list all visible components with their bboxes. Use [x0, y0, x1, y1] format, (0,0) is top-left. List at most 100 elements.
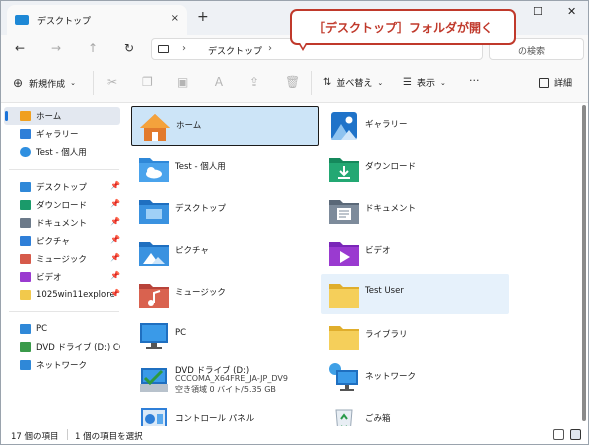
delete-icon[interactable]: 🗑: [285, 76, 300, 88]
up-button[interactable]: ↑: [88, 42, 98, 54]
breadcrumb-separator[interactable]: ›: [268, 43, 272, 54]
status-divider: [67, 429, 68, 440]
toolbar-divider: [93, 71, 94, 95]
sidebar-item-network[interactable]: ネットワーク: [4, 356, 120, 374]
view-button[interactable]: ☰ 表示 ⌄: [403, 76, 446, 89]
close-button[interactable]: ✕: [567, 5, 576, 18]
sidebar-item-pc[interactable]: PC: [4, 320, 120, 338]
pictures-icon: [20, 236, 31, 246]
pin-icon[interactable]: 📌: [110, 217, 120, 226]
item-onedrive[interactable]: Test - 個人用: [131, 148, 319, 188]
sidebar-item-documents[interactable]: ドキュメント 📌: [4, 214, 120, 232]
item-dvd-drive[interactable]: DVD ドライブ (D:) CCCOMA_X64FRE_JA-JP_DV9 空き…: [131, 358, 319, 398]
sidebar-item-videos[interactable]: ビデオ 📌: [4, 268, 120, 286]
vertical-scrollbar[interactable]: [582, 105, 586, 421]
tab-desktop[interactable]: デスクトップ ×: [7, 5, 187, 35]
downloads-folder-icon: [329, 158, 359, 182]
item-control-panel[interactable]: コントロール パネル: [131, 400, 319, 426]
refresh-button[interactable]: ↻: [124, 42, 134, 54]
item-videos[interactable]: ビデオ: [321, 232, 509, 272]
network-icon: [329, 363, 358, 391]
sidebar-item-gallery[interactable]: ギャラリー: [4, 125, 120, 143]
cut-icon[interactable]: ✂: [107, 76, 117, 88]
view-icon: ☰: [403, 77, 412, 88]
toolbar-divider: [311, 71, 312, 95]
sidebar-divider: [9, 169, 119, 170]
breadcrumb-desktop[interactable]: デスクトップ: [208, 44, 262, 57]
pin-icon[interactable]: 📌: [110, 271, 120, 280]
more-options-button[interactable]: ···: [469, 74, 480, 87]
back-button[interactable]: ←: [15, 42, 25, 54]
details-pane-icon: [539, 77, 549, 88]
sort-button[interactable]: ⇅ 並べ替え ⌄: [323, 76, 383, 89]
item-music[interactable]: ミュージック: [131, 274, 319, 314]
pc-icon: [140, 323, 168, 349]
item-home[interactable]: ホーム: [131, 106, 319, 146]
gallery-icon: [331, 112, 357, 140]
item-name: コントロール パネル: [175, 414, 255, 424]
item-libraries[interactable]: ライブラリ: [321, 316, 509, 356]
sidebar-item-onedrive[interactable]: Test - 個人用: [4, 143, 120, 161]
desktop-folder-icon: [15, 15, 29, 25]
paste-icon[interactable]: ▣: [177, 76, 188, 88]
videos-icon: [20, 272, 31, 282]
copy-icon[interactable]: ❐: [142, 76, 153, 88]
libraries-folder-icon: [329, 326, 359, 350]
gallery-icon: [20, 129, 31, 139]
details-button[interactable]: 詳細: [539, 76, 572, 89]
tab-close-icon[interactable]: ×: [171, 13, 179, 24]
item-desktop[interactable]: デスクトップ: [131, 190, 319, 230]
sidebar-item-downloads[interactable]: ダウンロード 📌: [4, 196, 120, 214]
command-bar: ⊕ 新規作成 ⌄ ✂ ❐ ▣ Ａ ⇪ 🗑 ⇅ 並べ替え ⌄ ☰ 表示 ⌄ ···…: [1, 63, 588, 103]
sidebar-item-label: Test - 個人用: [36, 148, 87, 158]
new-button[interactable]: ⊕ 新規作成 ⌄: [13, 76, 76, 90]
forward-button[interactable]: →: [51, 42, 61, 54]
pin-icon[interactable]: 📌: [110, 181, 120, 190]
maximize-button[interactable]: ☐: [533, 5, 543, 18]
item-test-user[interactable]: Test User: [321, 274, 509, 314]
item-recycle-bin[interactable]: ごみ箱: [321, 400, 509, 426]
search-placeholder: の検索: [518, 47, 546, 57]
item-volume-label: CCCOMA_X64FRE_JA-JP_DV9: [175, 374, 288, 383]
status-bar: 17 個の項目 1 個の項目を選択: [1, 426, 588, 444]
pin-icon[interactable]: 📌: [110, 253, 120, 262]
chevron-down-icon: ⌄: [439, 78, 446, 87]
sidebar-item-1025win11explore[interactable]: 1025win11explore 📌: [4, 286, 120, 304]
download-icon: [20, 200, 31, 210]
item-documents[interactable]: ドキュメント: [321, 190, 509, 230]
new-tab-button[interactable]: +: [197, 10, 209, 24]
item-pc[interactable]: PC: [131, 316, 319, 356]
sidebar-item-label: ネットワーク: [36, 361, 88, 371]
item-name: ギャラリー: [365, 120, 408, 130]
item-network[interactable]: ネットワーク: [321, 358, 509, 398]
sidebar-item-label: ダウンロード: [36, 201, 88, 211]
share-icon[interactable]: ⇪: [249, 76, 259, 88]
content-pane: ホーム ギャラリー Test - 個人用 ダウンロード デスクトップ ドキュメン…: [123, 103, 583, 426]
sidebar-item-music[interactable]: ミュージック 📌: [4, 250, 120, 268]
pin-icon[interactable]: 📌: [110, 199, 120, 208]
sidebar-item-home[interactable]: ホーム: [4, 107, 120, 125]
network-icon: [20, 360, 31, 370]
pin-icon[interactable]: 📌: [110, 289, 120, 298]
breadcrumb-separator: ›: [182, 43, 186, 54]
pin-icon[interactable]: 📌: [110, 235, 120, 244]
item-downloads[interactable]: ダウンロード: [321, 148, 509, 188]
sidebar-item-dvd-drive[interactable]: DVD ドライブ (D:) CCCC: [4, 338, 120, 356]
item-pictures[interactable]: ピクチャ: [131, 232, 319, 272]
music-folder-icon: [139, 284, 169, 308]
sidebar-item-pictures[interactable]: ピクチャ 📌: [4, 232, 120, 250]
item-name: Test - 個人用: [175, 162, 226, 172]
sidebar-item-desktop[interactable]: デスクトップ 📌: [4, 178, 120, 196]
documents-icon: [20, 218, 31, 228]
item-name: ごみ箱: [365, 414, 391, 424]
sidebar-item-label: ホーム: [36, 112, 62, 122]
details-view-icon[interactable]: [553, 429, 564, 440]
item-name: Test User: [365, 286, 404, 296]
tiles-view-icon[interactable]: [570, 429, 581, 440]
sidebar-item-label: 1025win11explore: [36, 290, 115, 300]
sidebar-divider: [9, 311, 119, 312]
desktop-icon: [20, 182, 31, 192]
desktop-folder-icon: [139, 200, 169, 224]
rename-icon[interactable]: Ａ: [213, 76, 225, 88]
item-gallery[interactable]: ギャラリー: [321, 106, 509, 146]
